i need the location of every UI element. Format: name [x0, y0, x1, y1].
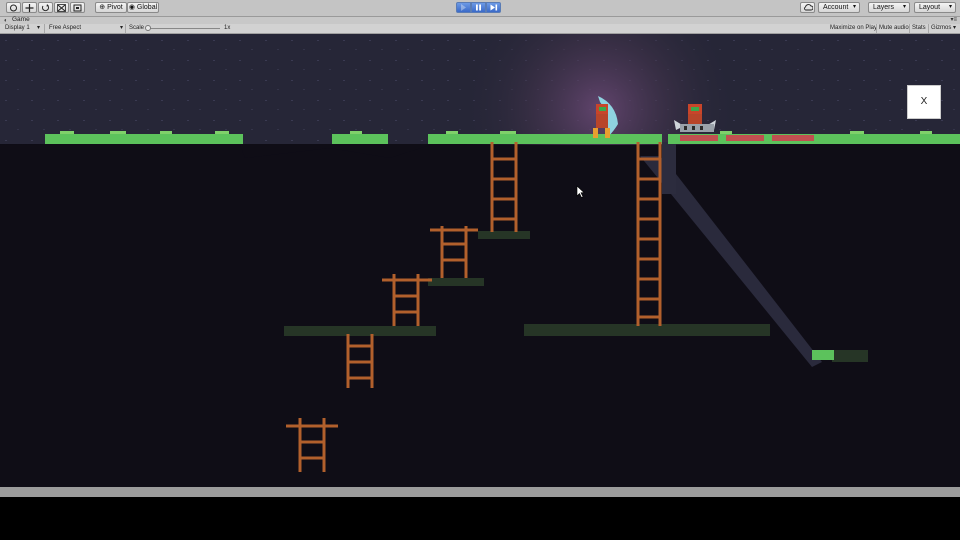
global-label: Global: [136, 4, 158, 11]
grass-ledge: [380, 326, 436, 336]
aspect-dropdown[interactable]: Free Aspect: [49, 25, 81, 32]
divider: [876, 24, 877, 33]
divider: [909, 24, 910, 33]
grass-platform: [522, 134, 662, 144]
step-button[interactable]: [486, 2, 501, 13]
rotate-icon: [42, 4, 49, 12]
close-button[interactable]: X: [907, 85, 941, 119]
rect-icon: [73, 4, 82, 12]
game-view[interactable]: X: [0, 34, 960, 487]
pivot-label: Pivot: [107, 4, 123, 11]
caret-down-icon: ▾: [37, 25, 41, 31]
cloud-icon: [803, 4, 813, 11]
bright-grass-tile: [812, 350, 834, 360]
caret-down-icon: ▾: [953, 25, 957, 31]
close-label: X: [920, 96, 928, 107]
divider: [125, 24, 126, 33]
caret-down-icon: ▾: [120, 25, 124, 31]
mute-audio-toggle[interactable]: Mute audio: [879, 25, 909, 32]
grass-platform: [332, 134, 388, 144]
scale-value: 1x: [224, 25, 231, 31]
game-scene: [0, 34, 960, 487]
hand-tool-button[interactable]: [6, 2, 21, 13]
play-button[interactable]: [456, 2, 471, 13]
grass-ledge: [428, 278, 484, 286]
scale-slider-track[interactable]: [148, 28, 220, 29]
layout-dropdown[interactable]: Layout ▾: [914, 2, 956, 13]
play-icon: [461, 4, 466, 11]
layout-label: Layout: [919, 4, 941, 11]
caret-down-icon: ▾: [852, 4, 856, 10]
scale-slider-handle[interactable]: [145, 25, 151, 31]
divider: [928, 24, 929, 33]
maximize-on-play-toggle[interactable]: Maximize on Play: [830, 25, 877, 32]
unity-toolbar: ⊕ Pivot ◉ Global Account ▾ Layers ▾ Layo…: [0, 0, 960, 17]
game-window-tab[interactable]: ◐ Game ▾≡: [0, 16, 960, 24]
scale-tool-button[interactable]: [54, 2, 69, 13]
divider: [44, 24, 45, 33]
grass-ledge: [478, 231, 530, 239]
grass-ledge: [832, 350, 868, 362]
caret-down-icon: ▾: [948, 4, 952, 10]
layers-label: Layers: [873, 4, 895, 11]
scale-icon: [57, 4, 66, 12]
top-platforms: [45, 134, 960, 144]
globe-icon: ◉: [128, 4, 135, 11]
game-tab-label: Game: [12, 16, 30, 23]
global-toggle[interactable]: ◉ Global: [127, 2, 159, 13]
display-dropdown[interactable]: Display 1: [5, 25, 30, 32]
grass-ledge: [524, 324, 770, 336]
gizmos-dropdown[interactable]: Gizmos: [931, 25, 951, 32]
move-icon: [25, 4, 34, 12]
hazard-tiles: [680, 135, 814, 141]
game-view-bottom-bar: [0, 487, 960, 497]
hand-icon: [10, 4, 17, 12]
tab-menu-icon[interactable]: ▾≡: [950, 16, 957, 23]
rect-tool-button[interactable]: [70, 2, 85, 13]
pivot-toggle[interactable]: ⊕ Pivot: [95, 2, 127, 13]
pivot-icon: ⊕: [99, 4, 106, 11]
account-dropdown[interactable]: Account ▾: [818, 2, 860, 13]
move-tool-button[interactable]: [22, 2, 37, 13]
game-view-options-bar: Display 1 ▾ Free Aspect ▾ Scale 1x Maxim…: [0, 24, 960, 34]
step-icon: [490, 4, 497, 11]
rotate-tool-button[interactable]: [38, 2, 53, 13]
pause-icon: [476, 4, 481, 11]
grass-platform: [45, 134, 243, 144]
scale-label: Scale: [129, 25, 145, 31]
stats-toggle[interactable]: Stats: [912, 25, 926, 32]
grass-ledge: [284, 326, 384, 336]
caret-down-icon: ▾: [902, 4, 906, 10]
pause-button[interactable]: [471, 2, 486, 13]
ground-mass: [0, 144, 960, 487]
wall-pillar: [662, 142, 676, 194]
account-label: Account: [823, 4, 849, 11]
cloud-button[interactable]: [800, 2, 815, 13]
layers-dropdown[interactable]: Layers ▾: [868, 2, 910, 13]
